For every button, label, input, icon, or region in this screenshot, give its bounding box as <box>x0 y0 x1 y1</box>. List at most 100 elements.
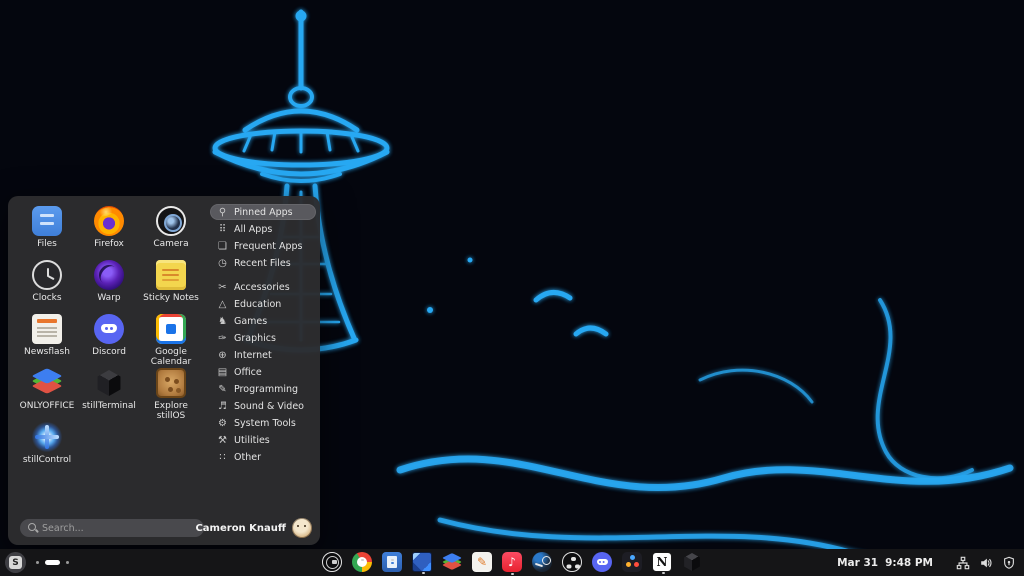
onlyoffice-layer <box>442 560 462 570</box>
category-education[interactable]: △ Education <box>210 296 316 312</box>
category-all-apps[interactable]: ⠿ All Apps <box>210 221 316 237</box>
category-office[interactable]: ▤ Office <box>210 364 316 380</box>
category-accessories[interactable]: ✂ Accessories <box>210 279 316 295</box>
category-label: Utilities <box>234 435 270 446</box>
user-area[interactable]: Cameron Knauff <box>195 518 312 538</box>
google-calendar-icon <box>156 314 186 344</box>
category-sound-video[interactable]: ♬ Sound & Video <box>210 398 316 414</box>
category-label: All Apps <box>234 224 272 235</box>
volume-icon[interactable] <box>978 555 993 570</box>
app-label: Newsflash <box>24 347 70 357</box>
app-firefox[interactable]: Firefox <box>78 204 140 258</box>
clock-icon: ◷ <box>217 258 228 269</box>
explore-stillos-icon <box>156 368 186 398</box>
app-warp[interactable]: Warp <box>78 258 140 312</box>
globe-icon: ⊕ <box>217 350 228 361</box>
app-sticky-notes[interactable]: Sticky Notes <box>140 258 202 312</box>
stillos-logo-icon: S <box>9 556 22 569</box>
category-label: Frequent Apps <box>234 241 303 252</box>
onlyoffice-icon[interactable] <box>442 552 462 572</box>
app-google-calendar[interactable]: Google Calendar <box>140 312 202 366</box>
notion-icon[interactable]: N <box>652 552 672 572</box>
category-label: Education <box>234 299 281 310</box>
app-label: Firefox <box>94 239 124 249</box>
sticky-notes-icon <box>156 260 186 290</box>
category-games[interactable]: ♞ Games <box>210 313 316 329</box>
davinci-resolve-icon[interactable] <box>622 552 642 572</box>
avatar[interactable] <box>292 518 312 538</box>
steam-icon[interactable] <box>532 552 552 572</box>
category-utilities[interactable]: ⚒ Utilities <box>210 432 316 448</box>
category-recent-files[interactable]: ◷ Recent Files <box>210 255 316 271</box>
category-frequent-apps[interactable]: ❏ Frequent Apps <box>210 238 316 254</box>
obs-studio-icon[interactable] <box>562 552 582 572</box>
user-name: Cameron Knauff <box>195 523 286 534</box>
onlyoffice-layer <box>31 378 62 394</box>
app-stillcontrol[interactable]: stillControl <box>16 420 78 474</box>
security-shield-icon[interactable] <box>1001 555 1016 570</box>
music-icon: ♬ <box>217 401 228 412</box>
category-system-tools[interactable]: ⚙ System Tools <box>210 415 316 431</box>
network-icon[interactable] <box>955 555 970 570</box>
files-icon <box>32 206 62 236</box>
menu-launcher-button[interactable]: S <box>5 552 26 573</box>
category-internet[interactable]: ⊕ Internet <box>210 347 316 363</box>
app-label: stillControl <box>23 455 71 465</box>
app-label: Warp <box>97 293 120 303</box>
app-label: ONLYOFFICE <box>20 401 75 411</box>
app-label: Clocks <box>32 293 61 303</box>
tools-icon: ⚒ <box>217 435 228 446</box>
category-label: Sound & Video <box>234 401 304 412</box>
stillcontrol-icon <box>32 422 62 452</box>
app-explore-stillos[interactable]: Explore stillOS <box>140 366 202 420</box>
app-discord[interactable]: Discord <box>78 312 140 366</box>
app-label: Discord <box>92 347 126 357</box>
app-label: Sticky Notes <box>143 293 199 303</box>
category-other[interactable]: ∷ Other <box>210 449 316 465</box>
pin-icon: ⚲ <box>217 207 228 218</box>
terminal-cube-icon <box>96 370 122 396</box>
reader-icon[interactable] <box>382 552 402 572</box>
category-label: Graphics <box>234 333 276 344</box>
app-clocks[interactable]: Clocks <box>16 258 78 312</box>
app-menu: Files Firefox Camera Clocks Warp Sticky … <box>8 196 320 545</box>
desktop: Files Firefox Camera Clocks Warp Sticky … <box>0 0 1024 576</box>
graphics-icon: ✑ <box>217 333 228 344</box>
app-onlyoffice[interactable]: ONLYOFFICE <box>16 366 78 420</box>
terminal-cube-icon[interactable] <box>683 553 701 571</box>
system-tray: Mar 31 9:48 PM <box>837 549 1016 576</box>
onlyoffice-icon <box>32 368 62 398</box>
tray-time[interactable]: 9:48 PM <box>885 557 933 569</box>
category-label: Programming <box>234 384 298 395</box>
discord-icon <box>94 314 124 344</box>
accessories-icon: ✂ <box>217 282 228 293</box>
note-glyph: ♪ <box>508 556 516 568</box>
music-icon[interactable]: ♪ <box>502 552 522 572</box>
search-bar <box>20 519 204 537</box>
workspace-dot-1[interactable] <box>36 561 39 564</box>
search-input[interactable] <box>42 519 200 537</box>
category-graphics[interactable]: ✑ Graphics <box>210 330 316 346</box>
category-label: Internet <box>234 350 272 361</box>
text-editor-icon[interactable]: ✎ <box>472 552 492 572</box>
category-pinned-apps[interactable]: ⚲ Pinned Apps <box>210 204 316 220</box>
pencil-glyph: ✎ <box>477 556 487 568</box>
pinned-app-grid: Files Firefox Camera Clocks Warp Sticky … <box>16 204 206 474</box>
category-programming[interactable]: ✎ Programming <box>210 381 316 397</box>
grid-icon: ⠿ <box>217 224 228 235</box>
camera-lens-icon[interactable] <box>322 552 342 572</box>
workspace-dot-3[interactable] <box>66 561 69 564</box>
app-stillterminal[interactable]: stillTerminal <box>78 366 140 420</box>
chrome-icon[interactable] <box>352 552 372 572</box>
app-label: Camera <box>153 239 188 249</box>
minecraft-icon[interactable] <box>412 552 432 572</box>
tray-date[interactable]: Mar 31 <box>837 557 878 569</box>
category-separator <box>210 272 316 279</box>
dots-icon: ∷ <box>217 452 228 463</box>
app-files[interactable]: Files <box>16 204 78 258</box>
app-newsflash[interactable]: Newsflash <box>16 312 78 366</box>
category-label: Pinned Apps <box>234 207 293 218</box>
discord-icon[interactable] <box>592 552 612 572</box>
workspace-active-pill[interactable] <box>45 560 60 565</box>
app-camera[interactable]: Camera <box>140 204 202 258</box>
